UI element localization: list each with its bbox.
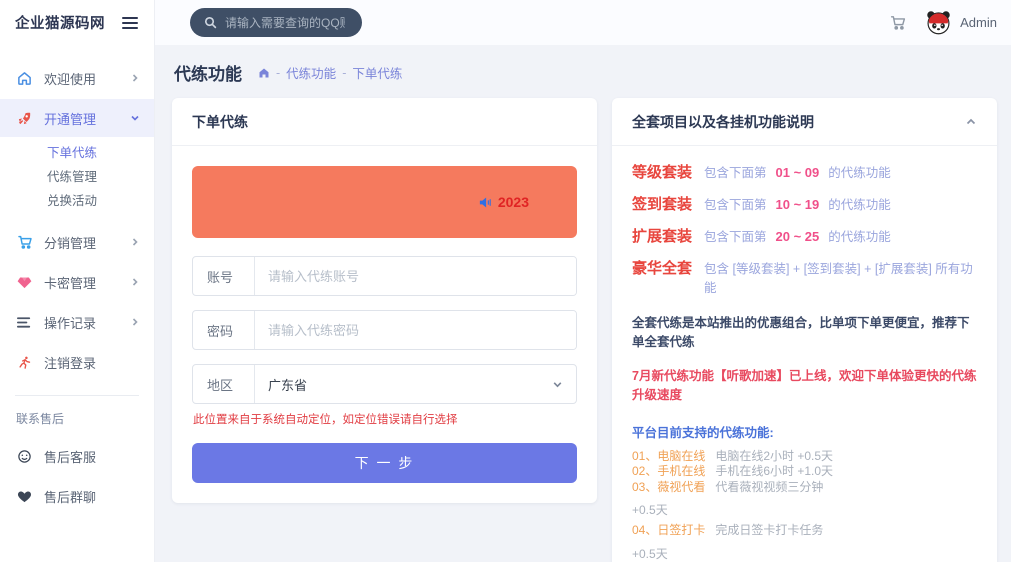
- package-row-signin: 签到套装 包含下面第 10 ~ 19 的代练功能: [632, 196, 891, 213]
- functions-list-title: 平台目前支持的代练功能:: [632, 426, 774, 440]
- hamburger-menu-icon[interactable]: [122, 16, 138, 30]
- chevron-right-icon: [130, 317, 140, 327]
- cart-icon[interactable]: [889, 14, 907, 31]
- sidebar-item-cardkey[interactable]: 卡密管理: [0, 263, 154, 301]
- function-item-suffix: +0.5天: [632, 546, 668, 561]
- search-input[interactable]: [225, 15, 345, 30]
- region-value: 广东省: [268, 377, 308, 393]
- submenu-item-boost-manage[interactable]: 代练管理: [0, 165, 154, 189]
- function-item: 03、薇视代看 代看薇视视频三分钟: [632, 479, 824, 494]
- sidebar-item-label: 卡密管理: [44, 275, 97, 291]
- sidebar-item-label: 注销登录: [44, 355, 97, 371]
- sidebar-item-welcome[interactable]: 欢迎使用: [0, 59, 154, 97]
- order-card-title: 下单代练: [192, 114, 248, 130]
- collapse-chevron-up-icon[interactable]: [965, 116, 977, 128]
- home-icon: [16, 70, 33, 87]
- account-input[interactable]: [255, 257, 576, 295]
- promo-combo-text: 全套代练是本站推出的优惠组合，比单项下单更便宜，推荐下单全套代练: [632, 316, 970, 349]
- sidebar-item-label: 开通管理: [44, 111, 97, 127]
- chevron-down-icon: [130, 113, 140, 123]
- avatar: [925, 10, 952, 35]
- function-item: 01、电脑在线 电脑在线2小时 +0.5天: [632, 449, 834, 463]
- functions-list: 01、电脑在线 电脑在线2小时 +0.5天 02、手机在线 手机在线6小时 +1.0天…: [632, 449, 977, 562]
- sidebar-item-logout[interactable]: 注销登录: [0, 343, 154, 381]
- breadcrumb-level2[interactable]: 下单代练: [352, 63, 402, 82]
- sidebar-item-label: 售后客服: [44, 449, 97, 465]
- username: Admin: [960, 15, 997, 30]
- chevron-right-icon: [130, 73, 140, 83]
- notice-banner: 2023: [192, 166, 577, 238]
- app-window: 企业猫源码网 欢迎使用 开通管理 下单代练 代练管理 兑换活动 分销管理 卡密管…: [0, 0, 1011, 562]
- function-item: 02、手机在线 手机在线6小时 +1.0天: [632, 464, 834, 479]
- user-menu[interactable]: Admin: [925, 10, 997, 35]
- info-card: 全套项目以及各挂机功能说明 等级套装 包含下面第 01 ~ 09 的代练功能 签…: [612, 98, 997, 562]
- order-card: 下单代练 2023 账号 请输入代练账号 密码 请输入代练密码 地区 广东省 此…: [172, 98, 597, 503]
- chevron-down-icon: [552, 365, 576, 403]
- submenu-item-exchange[interactable]: 兑换活动: [0, 189, 154, 213]
- topbar: Admin: [155, 0, 1011, 45]
- search-icon: [204, 16, 217, 29]
- page-title: 代练功能: [174, 65, 242, 84]
- sidebar-item-label: 分销管理: [44, 235, 97, 251]
- sidebar-divider: [15, 395, 139, 396]
- sidebar-item-support-service[interactable]: 售后客服: [0, 437, 154, 475]
- content-area: 代练功能 - 代练功能 - 下单代练 下单代练 2023 账号 请输入代练账号 …: [155, 45, 1011, 562]
- logout-runner-icon: [16, 354, 33, 371]
- sidebar-item-label: 操作记录: [44, 315, 97, 331]
- password-label: 密码: [193, 311, 255, 349]
- breadcrumb: - 代练功能 - 下单代练: [258, 63, 402, 82]
- promo-new-feature-text: 7月新代练功能【听歌加速】已上线，欢迎下单体验更快的代练升级速度: [632, 369, 977, 402]
- breadcrumb-home-icon[interactable]: [258, 67, 270, 79]
- package-row-level: 等级套装 包含下面第 01 ~ 09 的代练功能: [632, 164, 891, 181]
- breadcrumb-level1[interactable]: 代练功能: [286, 63, 336, 82]
- chevron-right-icon: [130, 237, 140, 247]
- package-row-extend: 扩展套装 包含下面第 20 ~ 25 的代练功能: [632, 228, 891, 245]
- sidebar-item-support-group[interactable]: 售后群聊: [0, 477, 154, 515]
- region-label: 地区: [193, 365, 255, 403]
- sidebar-item-logs[interactable]: 操作记录: [0, 303, 154, 341]
- cart-icon: [16, 234, 33, 251]
- sidebar-item-label: 售后群聊: [44, 489, 97, 505]
- account-field-group: 账号: [192, 256, 577, 296]
- rocket-icon: [16, 110, 33, 127]
- submenu-item-order-boost[interactable]: 下单代练: [0, 141, 154, 165]
- gem-icon: [16, 274, 33, 291]
- sidebar-item-distribution[interactable]: 分销管理: [0, 223, 154, 261]
- password-field-group: 密码: [192, 310, 577, 350]
- package-row-deluxe: 豪华全套 包含 [等级套装] + [签到套装] + [扩展套装] 所有功能: [632, 260, 973, 295]
- sidebar-item-activation[interactable]: 开通管理: [0, 99, 154, 137]
- function-item-suffix: +0.5天: [632, 503, 668, 518]
- banner-text: 2023: [497, 194, 529, 210]
- password-input[interactable]: [255, 311, 576, 349]
- function-item: 04、日签打卡 完成日签卡打卡任务: [632, 523, 824, 538]
- brand-logo: 企业猫源码网: [15, 16, 105, 32]
- region-select[interactable]: 地区 广东省: [192, 364, 577, 404]
- speaker-icon: [478, 195, 493, 210]
- chevron-right-icon: [130, 277, 140, 287]
- contact-section-label: 联系售后: [16, 412, 65, 426]
- list-icon: [16, 314, 33, 331]
- info-card-title: 全套项目以及各挂机功能说明: [632, 114, 814, 130]
- search-bar[interactable]: [190, 8, 362, 37]
- sidebar-item-label: 欢迎使用: [44, 71, 97, 87]
- heart-icon: [16, 488, 33, 505]
- smiley-icon: [16, 448, 33, 465]
- geo-location-note: 此位置来自于系统自动定位，如定位错误请自行选择: [193, 414, 458, 426]
- sidebar: 企业猫源码网 欢迎使用 开通管理 下单代练 代练管理 兑换活动 分销管理 卡密管…: [0, 0, 155, 562]
- account-label: 账号: [193, 257, 255, 295]
- sidebar-submenu: 下单代练 代练管理 兑换活动: [0, 139, 154, 219]
- sidebar-menu: 欢迎使用 开通管理 下单代练 代练管理 兑换活动 分销管理 卡密管理 操作记录 …: [0, 45, 154, 517]
- next-step-button[interactable]: 下 一 步: [192, 443, 577, 483]
